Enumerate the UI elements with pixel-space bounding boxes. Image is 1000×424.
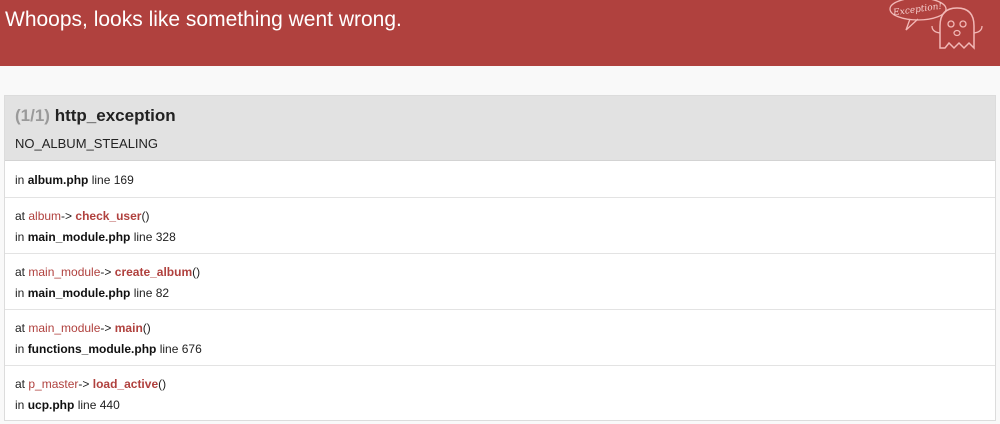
trace-call-line: at main_module-> create_album() bbox=[15, 265, 201, 279]
trace-class: p_master bbox=[28, 377, 79, 391]
trace-class: main_module bbox=[28, 265, 101, 279]
exception-ghost-logo: Exception! bbox=[889, 0, 983, 50]
trace-location-line: in functions_module.php line 676 bbox=[15, 342, 202, 356]
exception-title: (1/1) http_exception bbox=[15, 106, 176, 126]
line-number: 440 bbox=[99, 398, 120, 412]
trace-call-line: at main_module-> main() bbox=[15, 321, 151, 335]
file-name: main_module.php bbox=[27, 230, 131, 244]
trace-class: album bbox=[28, 209, 62, 223]
trace-call-line: at p_master-> load_active() bbox=[15, 377, 167, 391]
trace-frame-row: at p_master-> load_active() in ucp.php l… bbox=[5, 366, 995, 422]
trace-location-line: in main_module.php line 328 bbox=[15, 230, 176, 244]
trace-call-line: at album-> check_user() bbox=[15, 209, 150, 223]
file-name: main_module.php bbox=[27, 286, 131, 300]
trace-frame-row: at main_module-> create_album() in main_… bbox=[5, 254, 995, 310]
file-name: album.php bbox=[27, 173, 89, 187]
trace-frame-row: at album-> check_user() in main_module.p… bbox=[5, 198, 995, 254]
svg-text:Exception!: Exception! bbox=[892, 2, 943, 19]
error-header: Whoops, looks like something went wrong.… bbox=[0, 0, 1000, 66]
trace-function: main bbox=[114, 321, 143, 335]
trace-function: create_album bbox=[114, 265, 193, 279]
exception-class: http_exception bbox=[54, 106, 176, 125]
exception-heading-block: (1/1) http_exception NO_ALBUM_STEALING bbox=[5, 96, 995, 161]
line-number: 328 bbox=[155, 230, 176, 244]
trace-function: load_active bbox=[92, 377, 159, 391]
page-title: Whoops, looks like something went wrong. bbox=[5, 8, 402, 31]
line-number: 676 bbox=[181, 342, 202, 356]
trace-function: check_user bbox=[75, 209, 142, 223]
exception-counter: (1/1) bbox=[15, 106, 50, 125]
trace-location-line: in main_module.php line 82 bbox=[15, 286, 170, 300]
file-name: ucp.php bbox=[27, 398, 75, 412]
exception-message: NO_ALBUM_STEALING bbox=[15, 136, 159, 151]
trace-class: main_module bbox=[28, 321, 101, 335]
trace-origin-line: in album.php line 169 bbox=[15, 173, 134, 187]
trace-frame-row: at main_module-> main() in functions_mod… bbox=[5, 310, 995, 366]
trace-origin-row: in album.php line 169 bbox=[5, 161, 995, 198]
line-number: 169 bbox=[113, 173, 134, 187]
line-number: 82 bbox=[155, 286, 170, 300]
file-name: functions_module.php bbox=[27, 342, 157, 356]
trace-location-line: in ucp.php line 440 bbox=[15, 398, 120, 412]
exception-panel: (1/1) http_exception NO_ALBUM_STEALING i… bbox=[4, 95, 996, 421]
